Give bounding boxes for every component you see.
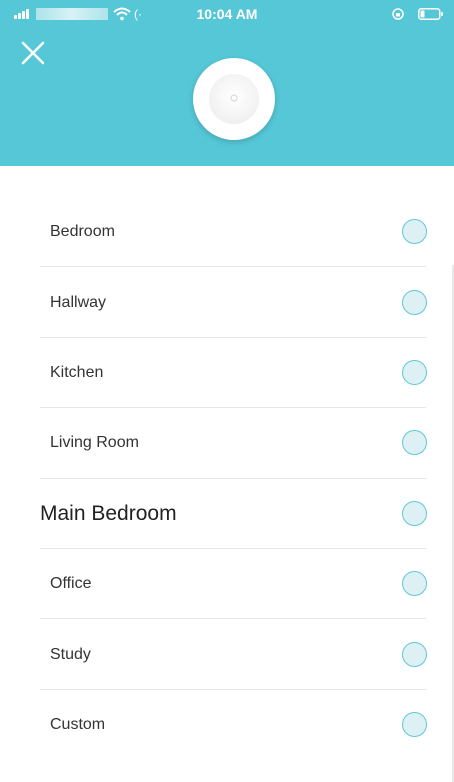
status-bar: (· 10:04 AM <box>0 0 454 28</box>
access-point-device-icon <box>209 74 259 124</box>
list-item-living-room[interactable]: Living Room <box>0 408 454 479</box>
list-item-label: Main Bedroom <box>40 501 177 525</box>
list-item-kitchen[interactable]: Kitchen <box>0 338 454 409</box>
list-item-office[interactable]: Office <box>0 549 454 620</box>
header-banner: (· 10:04 AM <box>0 0 454 166</box>
list-item-custom[interactable]: Custom <box>0 690 454 760</box>
list-item-bedroom[interactable]: Bedroom <box>0 197 454 268</box>
close-button[interactable] <box>16 36 50 70</box>
list-item-label: Study <box>50 645 91 663</box>
list-item-label: Bedroom <box>50 223 115 241</box>
list-item-label: Hallway <box>50 293 107 311</box>
orientation-lock-icon <box>392 8 404 20</box>
radio-button[interactable] <box>402 289 427 315</box>
status-time: 10:04 AM <box>196 6 258 22</box>
radio-button[interactable] <box>402 430 427 456</box>
list-item-label: Custom <box>50 715 106 733</box>
radio-button[interactable] <box>402 711 427 737</box>
list-item-main-bedroom[interactable]: Main Bedroom <box>0 479 454 549</box>
radio-button[interactable] <box>402 219 427 245</box>
radio-button[interactable] <box>402 641 427 667</box>
location-list: Bedroom Hallway Kitchen Living Room Main… <box>0 197 454 760</box>
list-item-label: Living Room <box>50 434 139 452</box>
list-item-label: Kitchen <box>50 363 104 381</box>
list-item-hallway[interactable]: Hallway <box>0 267 454 338</box>
device-image <box>193 58 275 140</box>
radio-button[interactable] <box>402 500 427 526</box>
list-item-study[interactable]: Study <box>0 619 454 690</box>
radio-button[interactable] <box>402 571 427 597</box>
close-icon <box>21 41 45 65</box>
radio-button[interactable] <box>402 359 427 385</box>
battery-icon <box>418 8 443 20</box>
device-logo-icon <box>230 94 238 102</box>
list-item-label: Office <box>50 575 92 593</box>
